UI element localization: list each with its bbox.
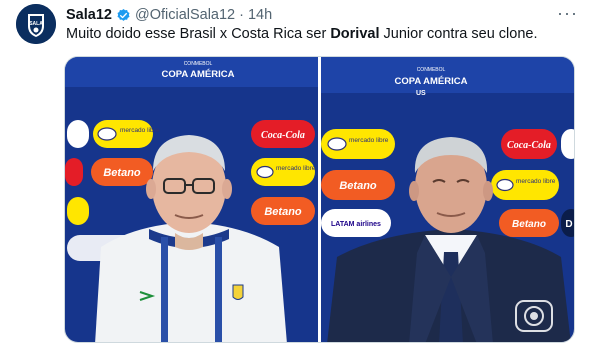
sponsor-label: mercado libre (120, 127, 160, 134)
media-image-left[interactable]: CONMEBOL COPA AMÉRICA mercado libre Coca… (65, 57, 318, 342)
sponsor-label: mercado libre (349, 137, 389, 144)
sponsor-label: Betano (103, 167, 141, 179)
event-title: COPA AMÉRICA (161, 69, 234, 80)
sponsor-label: mercado libre (276, 165, 316, 172)
tweet-media[interactable]: CONMEBOL COPA AMÉRICA mercado libre Coca… (64, 56, 575, 343)
verified-badge-icon (117, 8, 130, 21)
handshake-icon (97, 127, 117, 141)
sala12-logo-icon: SALA (16, 4, 56, 44)
more-options-icon[interactable]: ··· (557, 4, 578, 22)
event-title-tail: US (416, 90, 426, 97)
sponsor-label: LATAM airlines (331, 221, 381, 228)
event-title: COPA AMÉRICA (394, 76, 467, 87)
sponsor-label: mercado libre (516, 178, 556, 185)
separator-dot: · (239, 7, 244, 23)
handshake-icon (496, 178, 514, 192)
avatar[interactable]: SALA (16, 4, 56, 44)
tweet-text-part: Junior contra seu clone. (379, 26, 538, 42)
timestamp[interactable]: 14h (248, 7, 272, 23)
event-subtitle: CONMEBOL (184, 61, 213, 67)
sponsor-label: D (565, 219, 572, 230)
sponsor-label: Betano (339, 180, 377, 192)
tweet-card[interactable]: SALA Sala12 @OficialSala12 · 14h ··· Mui… (0, 0, 600, 351)
handshake-icon (327, 137, 347, 151)
tweet-text-part: Muito doido esse Brasil x Costa Rica ser (66, 26, 331, 42)
sponsor-label: Betano (512, 219, 546, 230)
sponsor-label: Coca-Cola (261, 130, 305, 141)
event-subtitle: CONMEBOL (417, 67, 446, 73)
handshake-icon (256, 165, 274, 179)
tweet-text-bold: Dorival (330, 26, 380, 42)
sponsor-label: Betano (264, 206, 302, 218)
display-name[interactable]: Sala12 (66, 7, 112, 23)
user-handle[interactable]: @OficialSala12 (135, 7, 235, 23)
sponsor-label: Coca-Cola (507, 140, 551, 151)
tweet-header: Sala12 @OficialSala12 · 14h (66, 6, 272, 24)
avatar-label: SALA (29, 21, 43, 27)
tweet-text: Muito doido esse Brasil x Costa Rica ser… (66, 26, 537, 42)
media-image-right[interactable]: CONMEBOL COPA AMÉRICA US mercado libre C… (321, 57, 574, 342)
